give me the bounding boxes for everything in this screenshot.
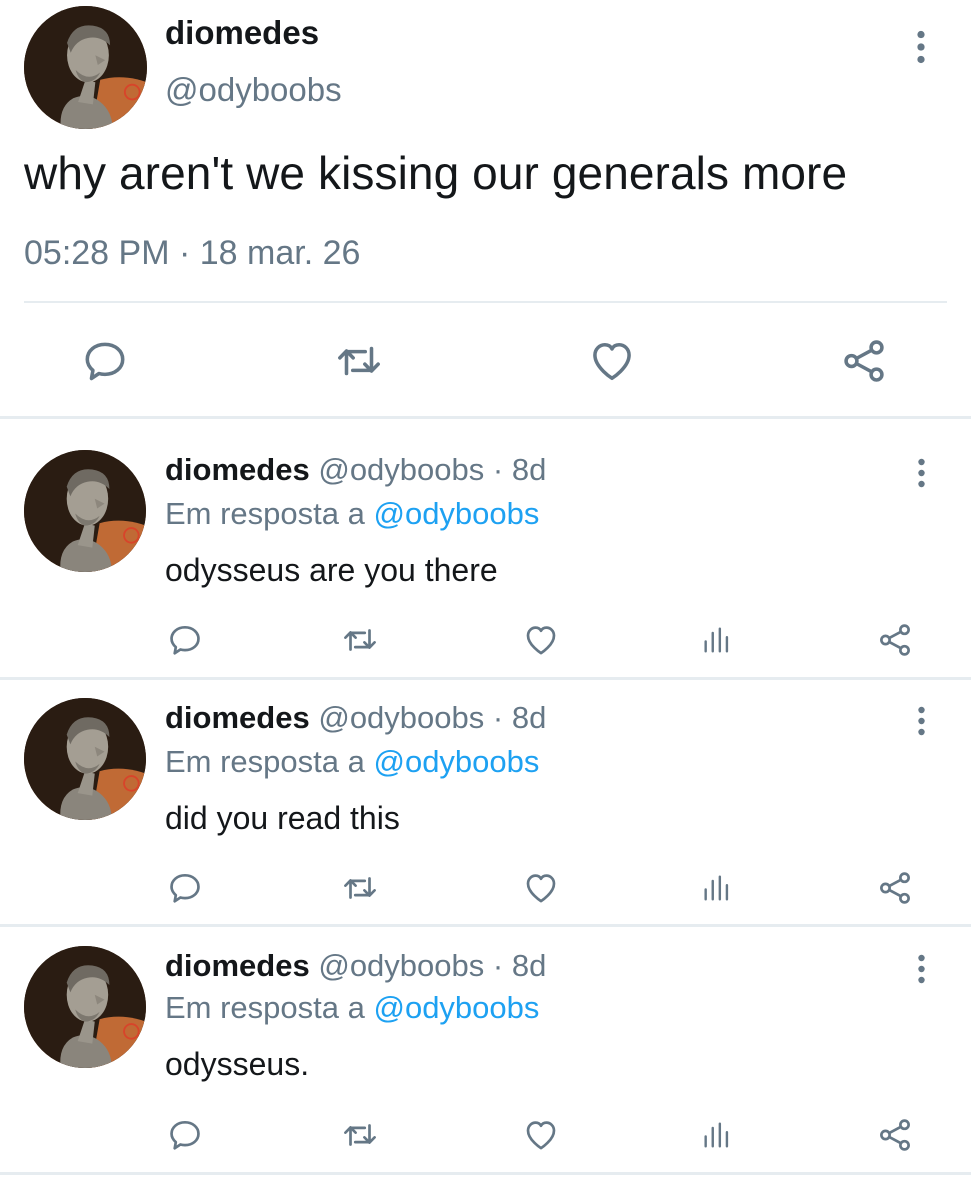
like-icon[interactable] bbox=[586, 336, 638, 386]
like-icon[interactable] bbox=[522, 1116, 560, 1154]
share-icon[interactable] bbox=[839, 336, 889, 386]
avatar[interactable] bbox=[24, 946, 146, 1068]
like-icon[interactable] bbox=[522, 621, 560, 659]
tweet-time: 05:28 PM bbox=[24, 234, 170, 272]
avatar-image bbox=[24, 698, 146, 820]
meta-separator: · bbox=[492, 452, 504, 487]
reply-icon[interactable] bbox=[166, 1116, 204, 1154]
author-handle[interactable]: @odyboobs bbox=[318, 452, 484, 487]
share-icon[interactable] bbox=[876, 1116, 914, 1154]
author-name[interactable]: diomedes bbox=[165, 14, 319, 52]
reply-context: Em resposta a @odyboobs bbox=[165, 496, 539, 532]
reply-context: Em resposta a @odyboobs bbox=[165, 990, 539, 1026]
reply-prefix: Em resposta a bbox=[165, 990, 374, 1025]
divider bbox=[24, 301, 947, 303]
meta-separator: · bbox=[492, 948, 504, 983]
like-icon[interactable] bbox=[522, 869, 560, 907]
tweet-text: odysseus are you there bbox=[165, 552, 498, 588]
reply-prefix: Em resposta a bbox=[165, 744, 374, 779]
more-options-icon[interactable] bbox=[908, 458, 934, 492]
reply-prefix: Em resposta a bbox=[165, 496, 374, 531]
retweet-icon[interactable] bbox=[332, 336, 386, 386]
reply-icon[interactable] bbox=[166, 621, 204, 659]
tweet-date: 18 mar. 26 bbox=[199, 234, 361, 272]
author-handle[interactable]: @odyboobs bbox=[318, 700, 484, 735]
tweet-text: odysseus. bbox=[165, 1046, 310, 1082]
reply-header: diomedes @odyboobs · 8d bbox=[165, 700, 546, 736]
avatar[interactable] bbox=[24, 698, 146, 820]
analytics-icon[interactable] bbox=[700, 621, 734, 659]
analytics-icon[interactable] bbox=[700, 1116, 734, 1154]
retweet-icon[interactable] bbox=[340, 1116, 380, 1154]
author-handle[interactable]: @odyboobs bbox=[165, 71, 342, 109]
reply-mention-link[interactable]: @odyboobs bbox=[373, 744, 539, 779]
tweet-time[interactable]: 8d bbox=[512, 948, 546, 983]
author-handle[interactable]: @odyboobs bbox=[318, 948, 484, 983]
reply-icon[interactable] bbox=[166, 869, 204, 907]
tweet-time[interactable]: 8d bbox=[512, 452, 546, 487]
tweet-timestamp: 05:28 PM · 18 mar. 26 bbox=[24, 234, 360, 273]
share-icon[interactable] bbox=[876, 869, 914, 907]
meta-separator: · bbox=[178, 234, 191, 272]
reply-mention-link[interactable]: @odyboobs bbox=[373, 990, 539, 1025]
divider bbox=[0, 416, 971, 419]
author-name[interactable]: diomedes bbox=[165, 452, 310, 487]
avatar-image bbox=[24, 946, 146, 1068]
avatar-image bbox=[24, 450, 146, 572]
more-options-icon[interactable] bbox=[908, 954, 934, 988]
reply-header: diomedes @odyboobs · 8d bbox=[165, 452, 546, 488]
avatar-image bbox=[24, 6, 147, 129]
analytics-icon[interactable] bbox=[700, 869, 734, 907]
tweet-text: did you read this bbox=[165, 800, 400, 836]
reply-header: diomedes @odyboobs · 8d bbox=[165, 948, 546, 984]
meta-separator: · bbox=[492, 700, 504, 735]
tweet-time[interactable]: 8d bbox=[512, 700, 546, 735]
divider bbox=[0, 924, 971, 927]
more-options-icon[interactable] bbox=[908, 706, 934, 740]
author-name[interactable]: diomedes bbox=[165, 700, 310, 735]
share-icon[interactable] bbox=[876, 621, 914, 659]
divider bbox=[0, 1172, 971, 1175]
more-options-icon[interactable] bbox=[906, 30, 936, 64]
author-name[interactable]: diomedes bbox=[165, 948, 310, 983]
divider bbox=[0, 677, 971, 680]
avatar[interactable] bbox=[24, 450, 146, 572]
reply-mention-link[interactable]: @odyboobs bbox=[373, 496, 539, 531]
avatar[interactable] bbox=[24, 6, 147, 129]
reply-icon[interactable] bbox=[80, 336, 130, 386]
retweet-icon[interactable] bbox=[340, 869, 380, 907]
tweet-text: why aren't we kissing our generals more bbox=[24, 147, 848, 199]
reply-context: Em resposta a @odyboobs bbox=[165, 744, 539, 780]
retweet-icon[interactable] bbox=[340, 621, 380, 659]
